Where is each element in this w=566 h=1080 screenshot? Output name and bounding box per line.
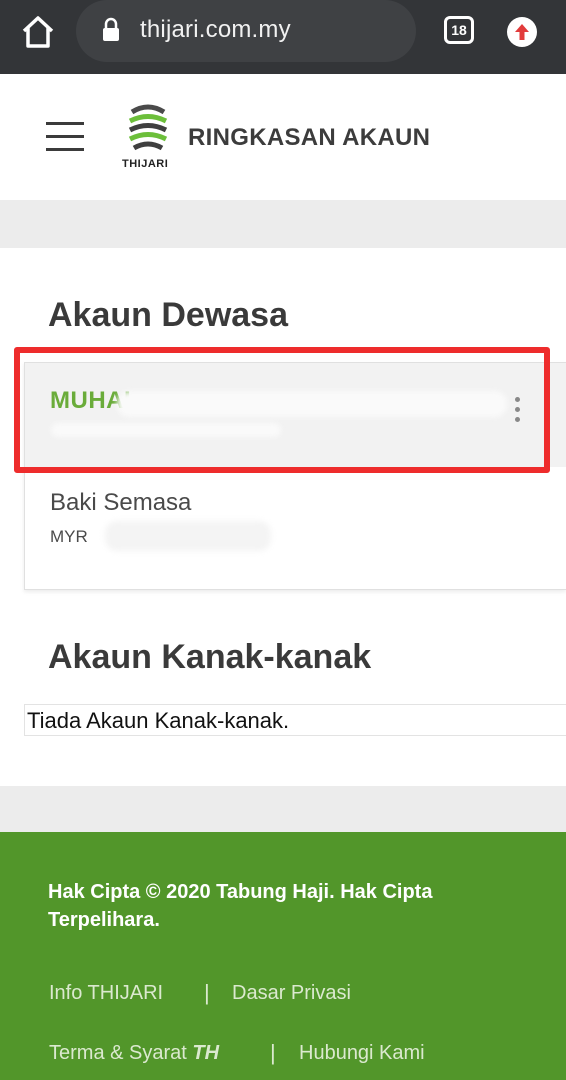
site-footer: Hak Cipta © 2020 Tabung Haji. Hak Cipta …	[0, 832, 566, 1080]
terms-link[interactable]: Terma & Syarat TH	[49, 1042, 219, 1065]
highlight-frame	[14, 347, 550, 473]
page-title: RINGKASAN AKAUN	[188, 124, 431, 151]
app-header: THIJARI RINGKASAN AKAUN	[0, 74, 566, 200]
home-button[interactable]	[18, 14, 58, 50]
home-icon	[22, 16, 54, 48]
terms-link-label: Terma & Syarat	[49, 1042, 187, 1064]
balance-currency: MYR	[50, 527, 88, 546]
copyright-text: Hak Cipta © 2020 Tabung Haji. Hak Cipta …	[48, 881, 433, 931]
link-separator: |	[270, 1040, 276, 1065]
tab-switcher-button[interactable]: 18	[444, 16, 474, 44]
empty-message: Tiada Akaun Kanak-kanak.	[27, 708, 290, 733]
redacted-balance	[105, 521, 271, 551]
balance-label: Baki Semasa	[50, 489, 192, 516]
terms-link-suffix: TH	[192, 1042, 220, 1064]
update-button[interactable]	[507, 17, 537, 47]
update-arrow-icon	[515, 24, 529, 40]
child-accounts-empty: Tiada Akaun Kanak-kanak.	[24, 704, 566, 736]
child-accounts-heading: Akaun Kanak-kanak	[48, 638, 372, 676]
link-separator: |	[204, 980, 210, 1005]
contact-us-link[interactable]: Hubungi Kami	[299, 1042, 425, 1065]
logo-icon	[128, 104, 168, 151]
url-text: thijari.com.my	[140, 16, 291, 43]
thijari-logo: THIJARI	[120, 104, 176, 172]
privacy-policy-link[interactable]: Dasar Privasi	[232, 982, 351, 1005]
account-summary: Akaun Dewasa MUHAI Baki Semasa MYR Akaun…	[0, 248, 566, 786]
info-thijari-link[interactable]: Info THIJARI	[49, 982, 163, 1005]
browser-toolbar: thijari.com.my 18	[0, 0, 566, 74]
logo-text: THIJARI	[122, 158, 169, 170]
address-bar[interactable]: thijari.com.my	[76, 0, 416, 62]
adult-accounts-heading: Akaun Dewasa	[48, 296, 288, 334]
menu-button[interactable]	[46, 122, 84, 152]
lock-icon	[103, 17, 119, 41]
